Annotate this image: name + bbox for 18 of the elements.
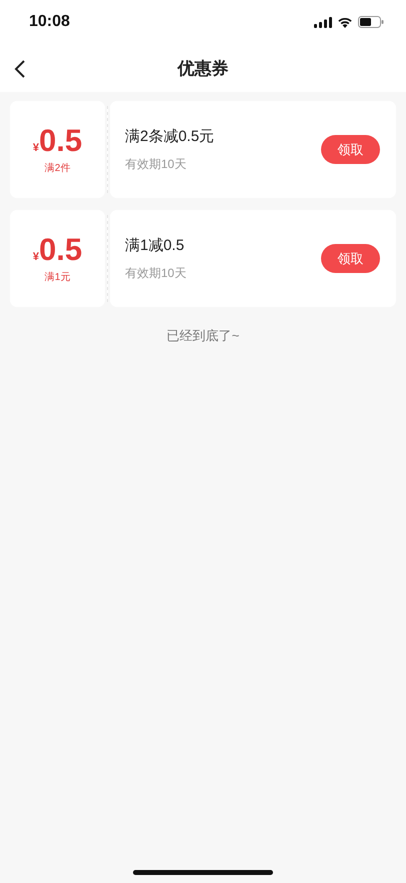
claim-button[interactable]: 领取 [321, 135, 380, 164]
coupon-condition: 满1元 [44, 270, 70, 284]
coupon-amount: 0.5 [39, 124, 82, 156]
end-of-list-text: 已经到底了~ [166, 327, 240, 345]
signal-icon [314, 16, 332, 28]
coupon-validity: 有效期10天 [125, 264, 186, 282]
battery-icon [358, 16, 384, 28]
wifi-icon [337, 16, 353, 28]
currency-symbol: ¥ [32, 250, 39, 262]
page-title: 优惠券 [178, 58, 228, 80]
coupon-title: 满1减0.5 [125, 236, 186, 254]
status-time: 10:08 [29, 13, 70, 31]
currency-symbol: ¥ [32, 142, 39, 154]
coupon-amount: 0.5 [39, 234, 82, 264]
claim-button[interactable]: 领取 [321, 244, 380, 273]
coupon-condition: 满2件 [44, 162, 70, 174]
coupon-title: 满2条减0.5元 [125, 126, 214, 146]
coupon-validity: 有效期10天 [125, 156, 188, 172]
